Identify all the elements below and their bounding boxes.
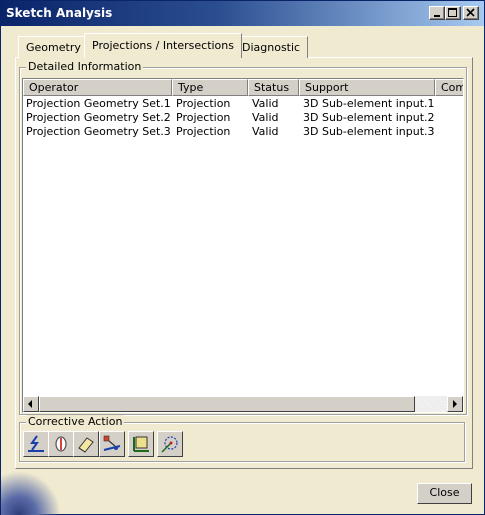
hide-constraint-button[interactable] xyxy=(128,431,154,457)
status-cell: Valid xyxy=(252,97,279,110)
corrective-action-legend: Corrective Action xyxy=(26,415,125,428)
replace-button[interactable] xyxy=(99,431,125,457)
maximize-icon xyxy=(448,8,457,17)
close-icon xyxy=(466,8,475,17)
arrow-left-icon xyxy=(28,400,32,408)
construction-toggle-icon xyxy=(28,435,44,452)
support-cell: 3D Sub-element input.3 xyxy=(303,125,435,138)
scroll-thumb[interactable] xyxy=(39,396,415,412)
support-cell: 3D Sub-element input.1 xyxy=(303,97,435,110)
title-bar[interactable]: Sketch Analysis xyxy=(1,1,484,26)
tab-geometry[interactable]: Geometry xyxy=(18,36,89,58)
type-cell: Projection xyxy=(176,97,231,110)
replace-icon xyxy=(103,435,121,451)
operator-cell: Projection Geometry Set.1 xyxy=(26,97,171,110)
tab-label: Diagnostic xyxy=(242,41,301,54)
status-cell: Valid xyxy=(252,111,279,124)
application-logo xyxy=(1,471,61,515)
sketch-analysis-window: Sketch Analysis Geometry Projections / I… xyxy=(0,0,485,515)
operator-cell: Projection Geometry Set.2 xyxy=(26,111,171,124)
tab-label: Geometry xyxy=(26,41,81,54)
minimize-icon xyxy=(434,15,440,17)
maximize-button[interactable] xyxy=(445,6,461,20)
type-cell: Projection xyxy=(176,125,231,138)
table-row[interactable]: Projection Geometry Set.2 Projection Val… xyxy=(23,111,463,125)
window-title: Sketch Analysis xyxy=(6,6,113,20)
tab-projections-intersections[interactable]: Projections / Intersections xyxy=(84,33,242,58)
hide-constraint-icon xyxy=(133,436,149,452)
close-window-button[interactable] xyxy=(463,6,479,20)
table-row[interactable]: Projection Geometry Set.1 Projection Val… xyxy=(23,97,463,111)
column-header-status[interactable]: Status xyxy=(248,79,299,96)
construction-toggle-button[interactable] xyxy=(23,431,49,457)
status-cell: Valid xyxy=(252,125,279,138)
column-header-comment[interactable]: Comm xyxy=(435,79,463,96)
operator-cell: Projection Geometry Set.3 xyxy=(26,125,171,138)
scroll-left-button[interactable] xyxy=(23,396,39,412)
eraser-icon xyxy=(78,437,94,453)
show-geometry-icon xyxy=(161,436,178,453)
minimize-button[interactable] xyxy=(429,6,445,20)
detailed-information-legend: Detailed Information xyxy=(26,60,144,73)
tab-label: Projections / Intersections xyxy=(92,39,234,52)
support-cell: 3D Sub-element input.2 xyxy=(303,111,435,124)
list-header: Operator Type Status Support Comm xyxy=(23,79,463,96)
column-header-support[interactable]: Support xyxy=(299,79,435,96)
type-cell: Projection xyxy=(176,111,231,124)
column-header-operator[interactable]: Operator xyxy=(23,79,172,96)
tab-diagnostic[interactable]: Diagnostic xyxy=(234,36,309,58)
close-button[interactable]: Close xyxy=(417,483,472,504)
delete-button[interactable] xyxy=(73,431,99,457)
horizontal-scrollbar[interactable] xyxy=(23,396,463,412)
arrow-right-icon xyxy=(453,400,457,408)
scroll-right-button[interactable] xyxy=(447,396,463,412)
show-geometry-button[interactable] xyxy=(157,431,183,457)
isolate-button[interactable] xyxy=(48,431,74,457)
table-row[interactable]: Projection Geometry Set.3 Projection Val… xyxy=(23,125,463,139)
isolate-icon xyxy=(55,436,67,452)
detailed-information-list[interactable]: Operator Type Status Support Comm Projec… xyxy=(22,78,464,413)
column-header-type[interactable]: Type xyxy=(172,79,248,96)
